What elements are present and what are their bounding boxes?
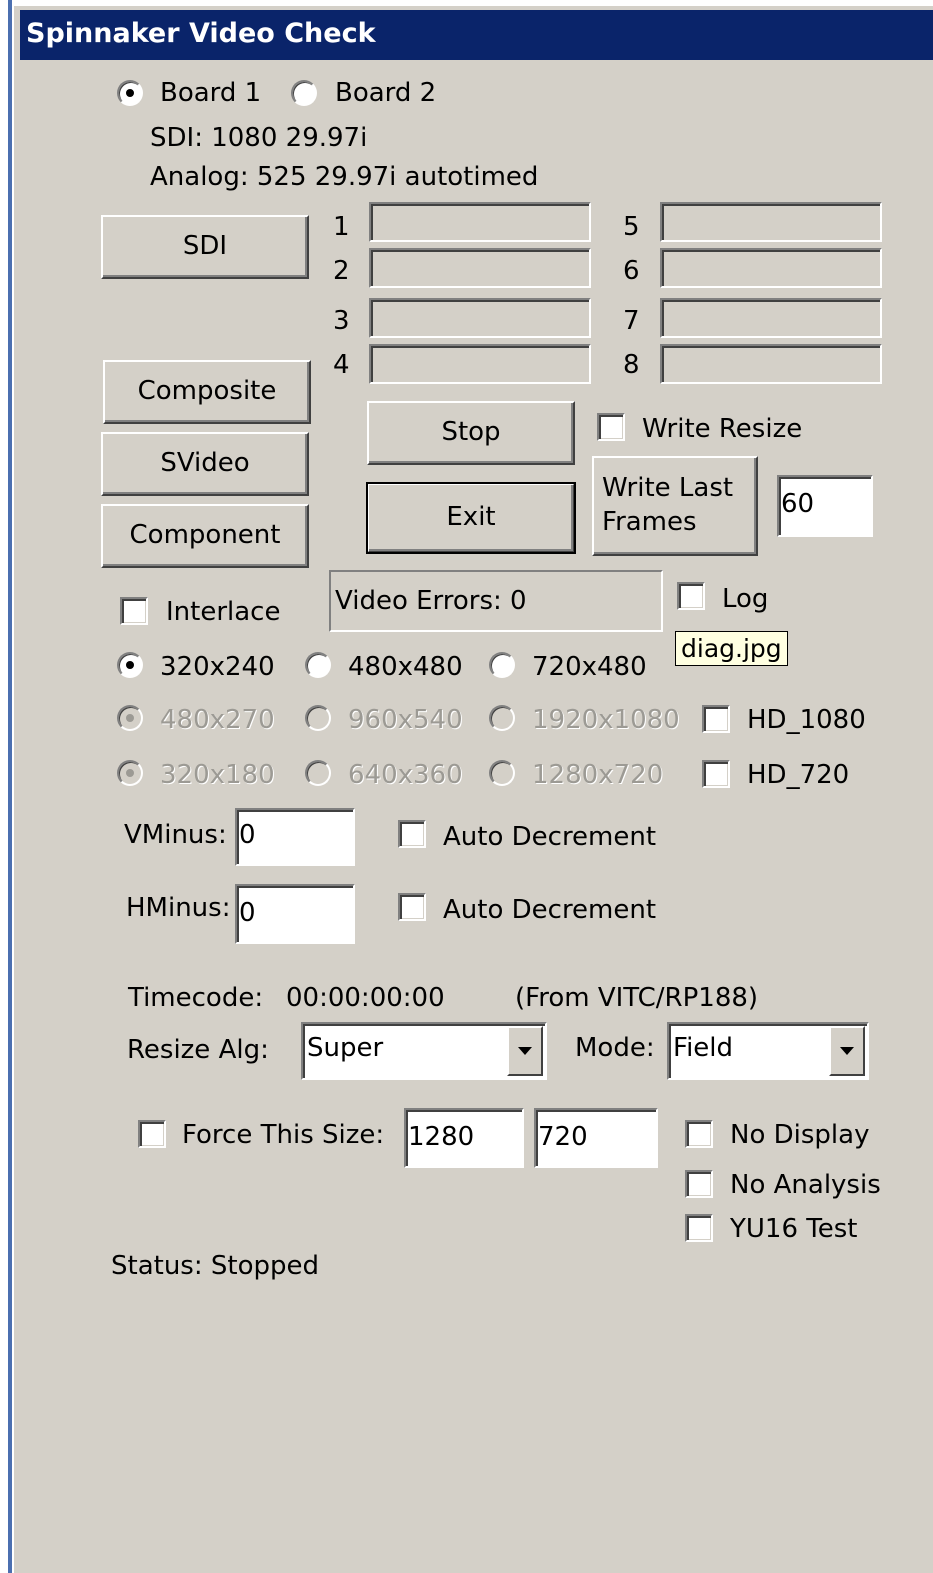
- channel-label: 8: [623, 350, 640, 380]
- timecode-label: Timecode:: [128, 983, 264, 1013]
- mode-value: Field: [673, 1033, 734, 1063]
- channel-label: 4: [333, 350, 350, 380]
- size-640x360-label: 640x360: [348, 760, 463, 790]
- video-errors-panel: Video Errors: 0: [329, 570, 663, 632]
- board-2-label: Board 2: [335, 78, 437, 108]
- channel-field: [369, 248, 591, 288]
- size-1280x720-label: 1280x720: [532, 760, 664, 790]
- hminus-auto-decrement-label: Auto Decrement: [443, 895, 657, 925]
- write-resize-label: Write Resize: [642, 414, 803, 444]
- size-320x180-radio: [117, 760, 143, 786]
- size-480x480-radio[interactable]: [305, 652, 331, 678]
- size-480x270-label: 480x270: [160, 705, 275, 735]
- log-label: Log: [722, 584, 769, 614]
- size-960x540-label: 960x540: [348, 705, 463, 735]
- size-1280x720-radio: [489, 760, 515, 786]
- size-1920x1080-radio: [489, 705, 515, 731]
- interlace-label: Interlace: [166, 597, 281, 627]
- size-480x270-radio: [117, 705, 143, 731]
- size-720x480-radio[interactable]: [489, 652, 515, 678]
- vminus-auto-decrement-checkbox[interactable]: [398, 820, 426, 848]
- hd-720-label: HD_720: [747, 760, 850, 790]
- force-size-label: Force This Size:: [182, 1120, 385, 1150]
- size-960x540-radio: [305, 705, 331, 731]
- size-320x240-radio[interactable]: [117, 652, 143, 678]
- frames-count-input[interactable]: 60: [777, 475, 873, 537]
- resize-alg-label: Resize Alg:: [127, 1035, 269, 1065]
- hminus-input[interactable]: 0: [235, 884, 355, 944]
- mode-select[interactable]: Field: [667, 1022, 869, 1080]
- svideo-button[interactable]: SVideo: [101, 432, 309, 496]
- desktop-edge: [0, 0, 8, 1573]
- hd-720-checkbox[interactable]: [702, 760, 730, 788]
- window-title: Spinnaker Video Check: [26, 18, 376, 49]
- component-button[interactable]: Component: [101, 504, 309, 568]
- channel-label: 2: [333, 256, 350, 286]
- title-bar[interactable]: Spinnaker Video Check: [20, 10, 933, 60]
- mode-label: Mode:: [575, 1033, 655, 1063]
- resize-alg-value: Super: [307, 1033, 384, 1063]
- write-last-frames-button[interactable]: Write Last Frames: [592, 456, 758, 556]
- hd-1080-checkbox[interactable]: [702, 705, 730, 733]
- channel-field: [660, 298, 882, 338]
- timecode-value: 00:00:00:00: [286, 983, 445, 1013]
- yu16-test-label: YU16 Test: [730, 1214, 858, 1244]
- hminus-auto-decrement-checkbox[interactable]: [398, 893, 426, 921]
- channel-label: 6: [623, 256, 640, 286]
- tooltip: diag.jpg: [675, 631, 788, 666]
- channel-label: 5: [623, 212, 640, 242]
- channel-label: 7: [623, 306, 640, 336]
- size-1920x1080-label: 1920x1080: [532, 705, 680, 735]
- force-width-input[interactable]: 1280: [404, 1108, 524, 1168]
- channel-field: [660, 248, 882, 288]
- vminus-label: VMinus:: [124, 820, 227, 850]
- chevron-down-icon[interactable]: [507, 1026, 543, 1076]
- size-640x360-radio: [305, 760, 331, 786]
- no-analysis-label: No Analysis: [730, 1170, 881, 1200]
- force-height-input[interactable]: 720: [534, 1108, 658, 1168]
- chevron-down-icon[interactable]: [829, 1026, 865, 1076]
- sdi-format-text: SDI: 1080 29.97i: [150, 123, 368, 153]
- timecode-source: (From VITC/RP188): [515, 983, 759, 1013]
- size-720x480-label: 720x480: [532, 652, 647, 682]
- force-size-checkbox[interactable]: [138, 1120, 166, 1148]
- video-errors-text: Video Errors: 0: [335, 586, 527, 616]
- channel-field: [660, 344, 882, 384]
- analog-format-text: Analog: 525 29.97i autotimed: [150, 162, 539, 192]
- size-320x180-label: 320x180: [160, 760, 275, 790]
- channel-label: 3: [333, 306, 350, 336]
- hminus-label: HMinus:: [126, 893, 231, 923]
- size-320x240-label: 320x240: [160, 652, 275, 682]
- composite-button[interactable]: Composite: [103, 360, 311, 424]
- channel-field: [369, 298, 591, 338]
- no-display-label: No Display: [730, 1120, 870, 1150]
- channel-field: [369, 344, 591, 384]
- interlace-checkbox[interactable]: [120, 597, 148, 625]
- exit-button[interactable]: Exit: [366, 482, 576, 554]
- vminus-auto-decrement-label: Auto Decrement: [443, 822, 657, 852]
- size-480x480-label: 480x480: [348, 652, 463, 682]
- write-resize-checkbox[interactable]: [597, 413, 625, 441]
- vminus-input[interactable]: 0: [235, 808, 355, 866]
- board-2-radio[interactable]: [291, 80, 317, 106]
- status-text: Status: Stopped: [111, 1251, 319, 1281]
- stop-button[interactable]: Stop: [367, 401, 575, 465]
- channel-field: [369, 202, 591, 242]
- sdi-button[interactable]: SDI: [101, 215, 309, 279]
- no-display-checkbox[interactable]: [685, 1120, 713, 1148]
- channel-field: [660, 202, 882, 242]
- board-1-radio[interactable]: [117, 80, 143, 106]
- hd-1080-label: HD_1080: [747, 705, 866, 735]
- board-1-label: Board 1: [160, 78, 262, 108]
- no-analysis-checkbox[interactable]: [685, 1170, 713, 1198]
- yu16-test-checkbox[interactable]: [685, 1214, 713, 1242]
- log-checkbox[interactable]: [677, 582, 705, 610]
- channel-label: 1: [333, 212, 350, 242]
- resize-alg-select[interactable]: Super: [301, 1022, 547, 1080]
